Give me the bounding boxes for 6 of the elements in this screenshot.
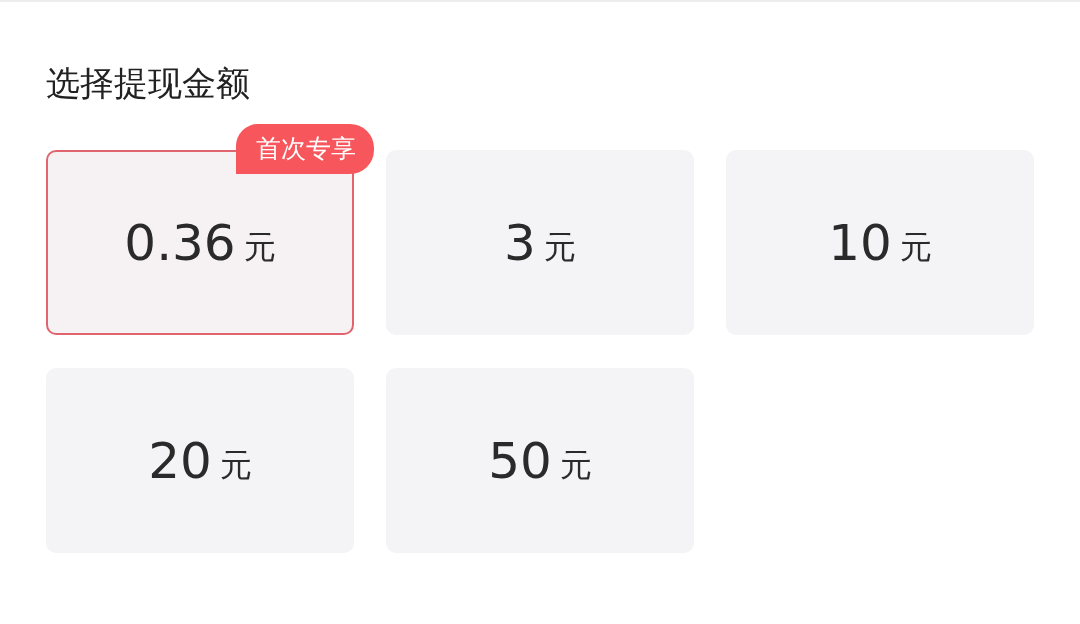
amount-option[interactable]: 3 元 (386, 150, 694, 335)
amount-option[interactable]: 10 元 (726, 150, 1034, 335)
promo-badge: 首次专享 (236, 124, 374, 174)
amount-option[interactable]: 20 元 (46, 368, 354, 553)
amount-option[interactable]: 50 元 (386, 368, 694, 553)
section-title: 选择提现金额 (45, 62, 251, 105)
